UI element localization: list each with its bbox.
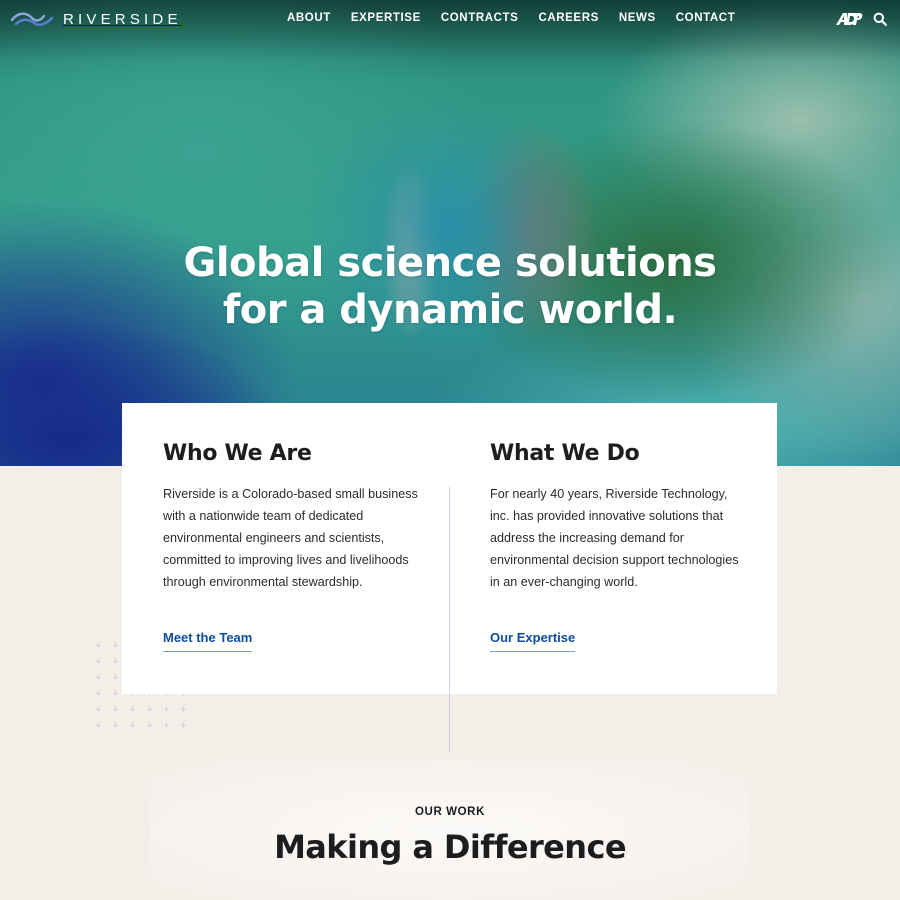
search-icon[interactable] bbox=[873, 12, 887, 26]
hero-headline: Global science solutions for a dynamic w… bbox=[0, 240, 900, 334]
hero-satellite-image bbox=[0, 0, 900, 466]
plus-mark: + bbox=[112, 688, 119, 700]
nav-expertise[interactable]: EXPERTISE bbox=[351, 12, 421, 24]
our-work-title: Making a Difference bbox=[274, 828, 626, 866]
plus-mark: + bbox=[129, 720, 136, 732]
who-we-are-title: Who We Are bbox=[163, 441, 312, 466]
nav-news[interactable]: NEWS bbox=[619, 12, 656, 24]
plus-mark: + bbox=[95, 672, 102, 684]
plus-mark: + bbox=[95, 720, 102, 732]
hero-headline-line-2: for a dynamic world. bbox=[222, 287, 678, 333]
what-we-do-body: For nearly 40 years, Riverside Technolog… bbox=[490, 487, 739, 589]
plus-mark: + bbox=[112, 656, 119, 668]
nav-contact[interactable]: CONTACT bbox=[676, 12, 736, 24]
plus-mark: + bbox=[146, 720, 153, 732]
top-nav: RIVERSIDE ABOUT EXPERTISE CONTRACTS CARE… bbox=[0, 0, 900, 38]
plus-mark: + bbox=[112, 704, 119, 716]
plus-mark: + bbox=[95, 704, 102, 716]
our-work-label: OUR WORK bbox=[415, 806, 485, 818]
plus-mark: + bbox=[146, 704, 153, 716]
plus-mark: + bbox=[163, 704, 170, 716]
plus-mark: + bbox=[95, 656, 102, 668]
plus-mark: + bbox=[112, 640, 119, 652]
main-menu: ABOUT EXPERTISE CONTRACTS CAREERS NEWS C… bbox=[287, 12, 755, 24]
plus-mark: + bbox=[163, 720, 170, 732]
adp-logo-icon[interactable] bbox=[835, 11, 863, 27]
plus-mark: + bbox=[180, 720, 187, 732]
plus-mark: + bbox=[112, 720, 119, 732]
hero-headline-line-1: Global science solutions bbox=[183, 240, 717, 286]
meet-the-team-link[interactable]: Meet the Team bbox=[163, 630, 253, 652]
nav-careers[interactable]: CAREERS bbox=[538, 12, 598, 24]
plus-mark: + bbox=[129, 704, 136, 716]
logo-text: RIVERSIDE bbox=[63, 10, 182, 28]
nav-contracts[interactable]: CONTRACTS bbox=[441, 12, 519, 24]
nav-about[interactable]: ABOUT bbox=[287, 12, 331, 24]
wave-logo-icon bbox=[10, 12, 54, 26]
riverside-logo[interactable]: RIVERSIDE bbox=[10, 9, 182, 29]
our-expertise-link[interactable]: Our Expertise bbox=[490, 630, 576, 652]
plus-mark: + bbox=[180, 704, 187, 716]
plus-mark: + bbox=[112, 672, 119, 684]
plus-mark: + bbox=[95, 688, 102, 700]
who-we-are-body: Riverside is a Colorado-based small busi… bbox=[163, 487, 418, 589]
section-divider bbox=[449, 487, 450, 753]
what-we-do-title: What We Do bbox=[490, 441, 640, 466]
plus-mark: + bbox=[95, 640, 102, 652]
